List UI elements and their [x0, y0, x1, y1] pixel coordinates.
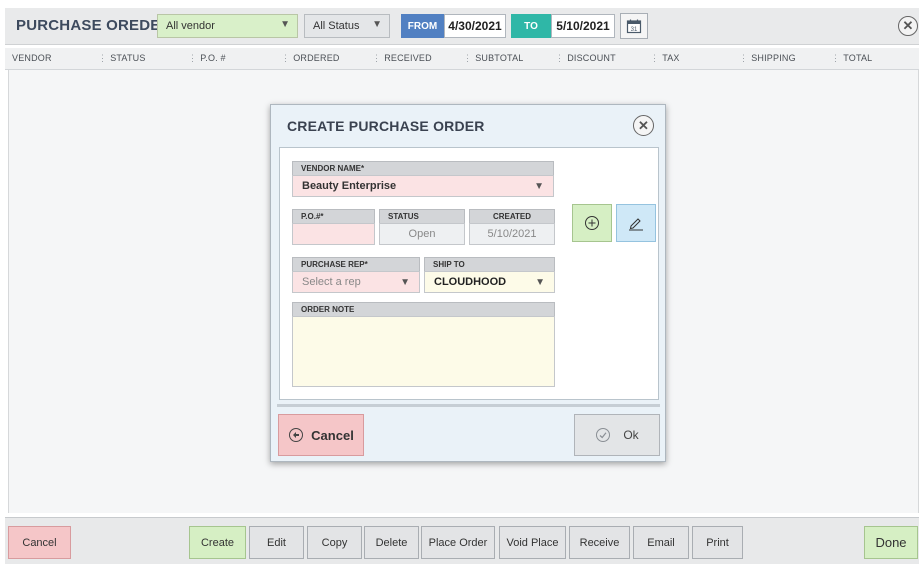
- from-date-button[interactable]: FROM: [401, 14, 444, 38]
- created-label: CREATED: [469, 209, 555, 223]
- po-number-label: P.O.#*: [292, 209, 375, 223]
- copy-button[interactable]: Copy: [307, 526, 362, 559]
- column-header[interactable]: ⋮ STATUS: [98, 53, 146, 64]
- table-header: VENDOR ⋮ STATUS ⋮ P.O. # ⋮ ORDERED ⋮ RECEIVE…: [5, 48, 919, 70]
- create-purchase-order-dialog: CREATE PURCHASE ORDER ✕ VENDOR NAME* Bea…: [270, 104, 666, 462]
- page-title: PURCHASE OREDER: [16, 17, 172, 34]
- column-header[interactable]: ⋮ RECEIVED: [372, 53, 432, 64]
- chevron-down-icon: ▼: [280, 19, 290, 30]
- dialog-form-panel: VENDOR NAME* Beauty Enterprise ▼ P.O.#* …: [279, 147, 659, 400]
- purchase-rep-placeholder: Select a rep: [302, 276, 361, 288]
- ship-to-select[interactable]: CLOUDHOOD ▼: [424, 271, 555, 293]
- create-button[interactable]: Create: [189, 526, 246, 559]
- column-header[interactable]: ⋮ TOTAL: [831, 53, 872, 64]
- created-field: CREATED 5/10/2021: [469, 209, 555, 245]
- purchase-rep-label: PURCHASE REP*: [292, 257, 420, 271]
- delete-button[interactable]: Delete: [364, 526, 419, 559]
- vendor-name-value: Beauty Enterprise: [302, 180, 397, 192]
- po-number-input[interactable]: [292, 223, 375, 245]
- column-header[interactable]: ⋮ TAX: [650, 53, 680, 64]
- check-circle-icon: [596, 428, 611, 442]
- purchase-order-screen: PURCHASE OREDER All vendor ▼ All Status …: [0, 0, 919, 564]
- edit-button[interactable]: Edit: [249, 526, 304, 559]
- column-header[interactable]: ⋮ P.O. #: [188, 53, 226, 64]
- vendor-filter-value: All vendor: [166, 20, 215, 32]
- purchase-rep-select[interactable]: Select a rep ▼: [292, 271, 420, 293]
- done-button[interactable]: Done: [864, 526, 918, 559]
- vendor-name-label: VENDOR NAME*: [292, 161, 554, 175]
- status-value: Open: [379, 223, 465, 245]
- place-order-button[interactable]: Place Order: [421, 526, 495, 559]
- back-arrow-icon: [289, 428, 304, 442]
- email-button[interactable]: Email: [633, 526, 689, 559]
- close-icon[interactable]: ✕: [898, 16, 918, 36]
- pencil-icon: [629, 218, 643, 231]
- chevron-down-icon: ▼: [535, 277, 545, 288]
- chevron-down-icon: ▼: [400, 277, 410, 288]
- dialog-cancel-label: Cancel: [311, 427, 354, 443]
- purchase-rep-field[interactable]: PURCHASE REP* Select a rep ▼: [292, 257, 420, 293]
- vendor-name-field[interactable]: VENDOR NAME* Beauty Enterprise ▼: [292, 161, 554, 197]
- dialog-ok-label: Ok: [623, 428, 639, 442]
- edit-vendor-button[interactable]: [616, 204, 656, 242]
- top-toolbar: PURCHASE OREDER All vendor ▼ All Status …: [5, 8, 919, 45]
- bottom-toolbar: Cancel Create Edit Copy Delete Place Ord…: [5, 517, 919, 564]
- status-filter-value: All Status: [313, 20, 360, 32]
- dialog-cancel-button[interactable]: Cancel: [278, 414, 364, 456]
- dialog-title: CREATE PURCHASE ORDER: [287, 118, 485, 134]
- status-field: STATUS Open: [379, 209, 465, 245]
- add-vendor-button[interactable]: [572, 204, 612, 242]
- plus-circle-icon: [585, 216, 599, 230]
- calendar-button[interactable]: 31: [620, 13, 648, 39]
- status-filter-dropdown[interactable]: All Status ▼: [304, 14, 390, 38]
- print-button[interactable]: Print: [692, 526, 743, 559]
- to-date-field[interactable]: 5/10/2021: [551, 14, 615, 38]
- column-header[interactable]: ⋮ ORDERED: [281, 53, 340, 64]
- ship-to-field[interactable]: SHIP TO CLOUDHOOD ▼: [424, 257, 555, 293]
- order-note-textarea[interactable]: [292, 316, 555, 387]
- order-note-label: ORDER NOTE: [292, 302, 555, 316]
- chevron-down-icon: ▼: [372, 19, 382, 30]
- column-header[interactable]: ⋮ DISCOUNT: [555, 53, 616, 64]
- po-number-field[interactable]: P.O.#*: [292, 209, 375, 245]
- close-icon[interactable]: ✕: [633, 115, 654, 136]
- chevron-down-icon: ▼: [534, 181, 544, 192]
- vendor-filter-dropdown[interactable]: All vendor ▼: [157, 14, 298, 38]
- ship-to-label: SHIP TO: [424, 257, 555, 271]
- status-label: STATUS: [379, 209, 465, 223]
- dialog-ok-button[interactable]: Ok: [574, 414, 660, 456]
- created-value: 5/10/2021: [469, 223, 555, 245]
- receive-button[interactable]: Receive: [569, 526, 630, 559]
- void-place-button[interactable]: Void Place: [499, 526, 566, 559]
- vendor-name-select[interactable]: Beauty Enterprise ▼: [292, 175, 554, 197]
- dialog-divider: [277, 404, 660, 407]
- column-header[interactable]: ⋮ SHIPPING: [739, 53, 796, 64]
- to-date-button[interactable]: TO: [511, 14, 551, 38]
- ship-to-value: CLOUDHOOD: [434, 276, 507, 288]
- from-date-field[interactable]: 4/30/2021: [444, 14, 506, 38]
- cancel-button[interactable]: Cancel: [8, 526, 71, 559]
- order-note-field[interactable]: ORDER NOTE: [292, 302, 555, 387]
- column-header[interactable]: ⋮ SUBTOTAL: [463, 53, 523, 64]
- calendar-icon: 31: [626, 19, 642, 34]
- column-header[interactable]: VENDOR: [12, 53, 52, 63]
- calendar-day: 31: [631, 27, 638, 33]
